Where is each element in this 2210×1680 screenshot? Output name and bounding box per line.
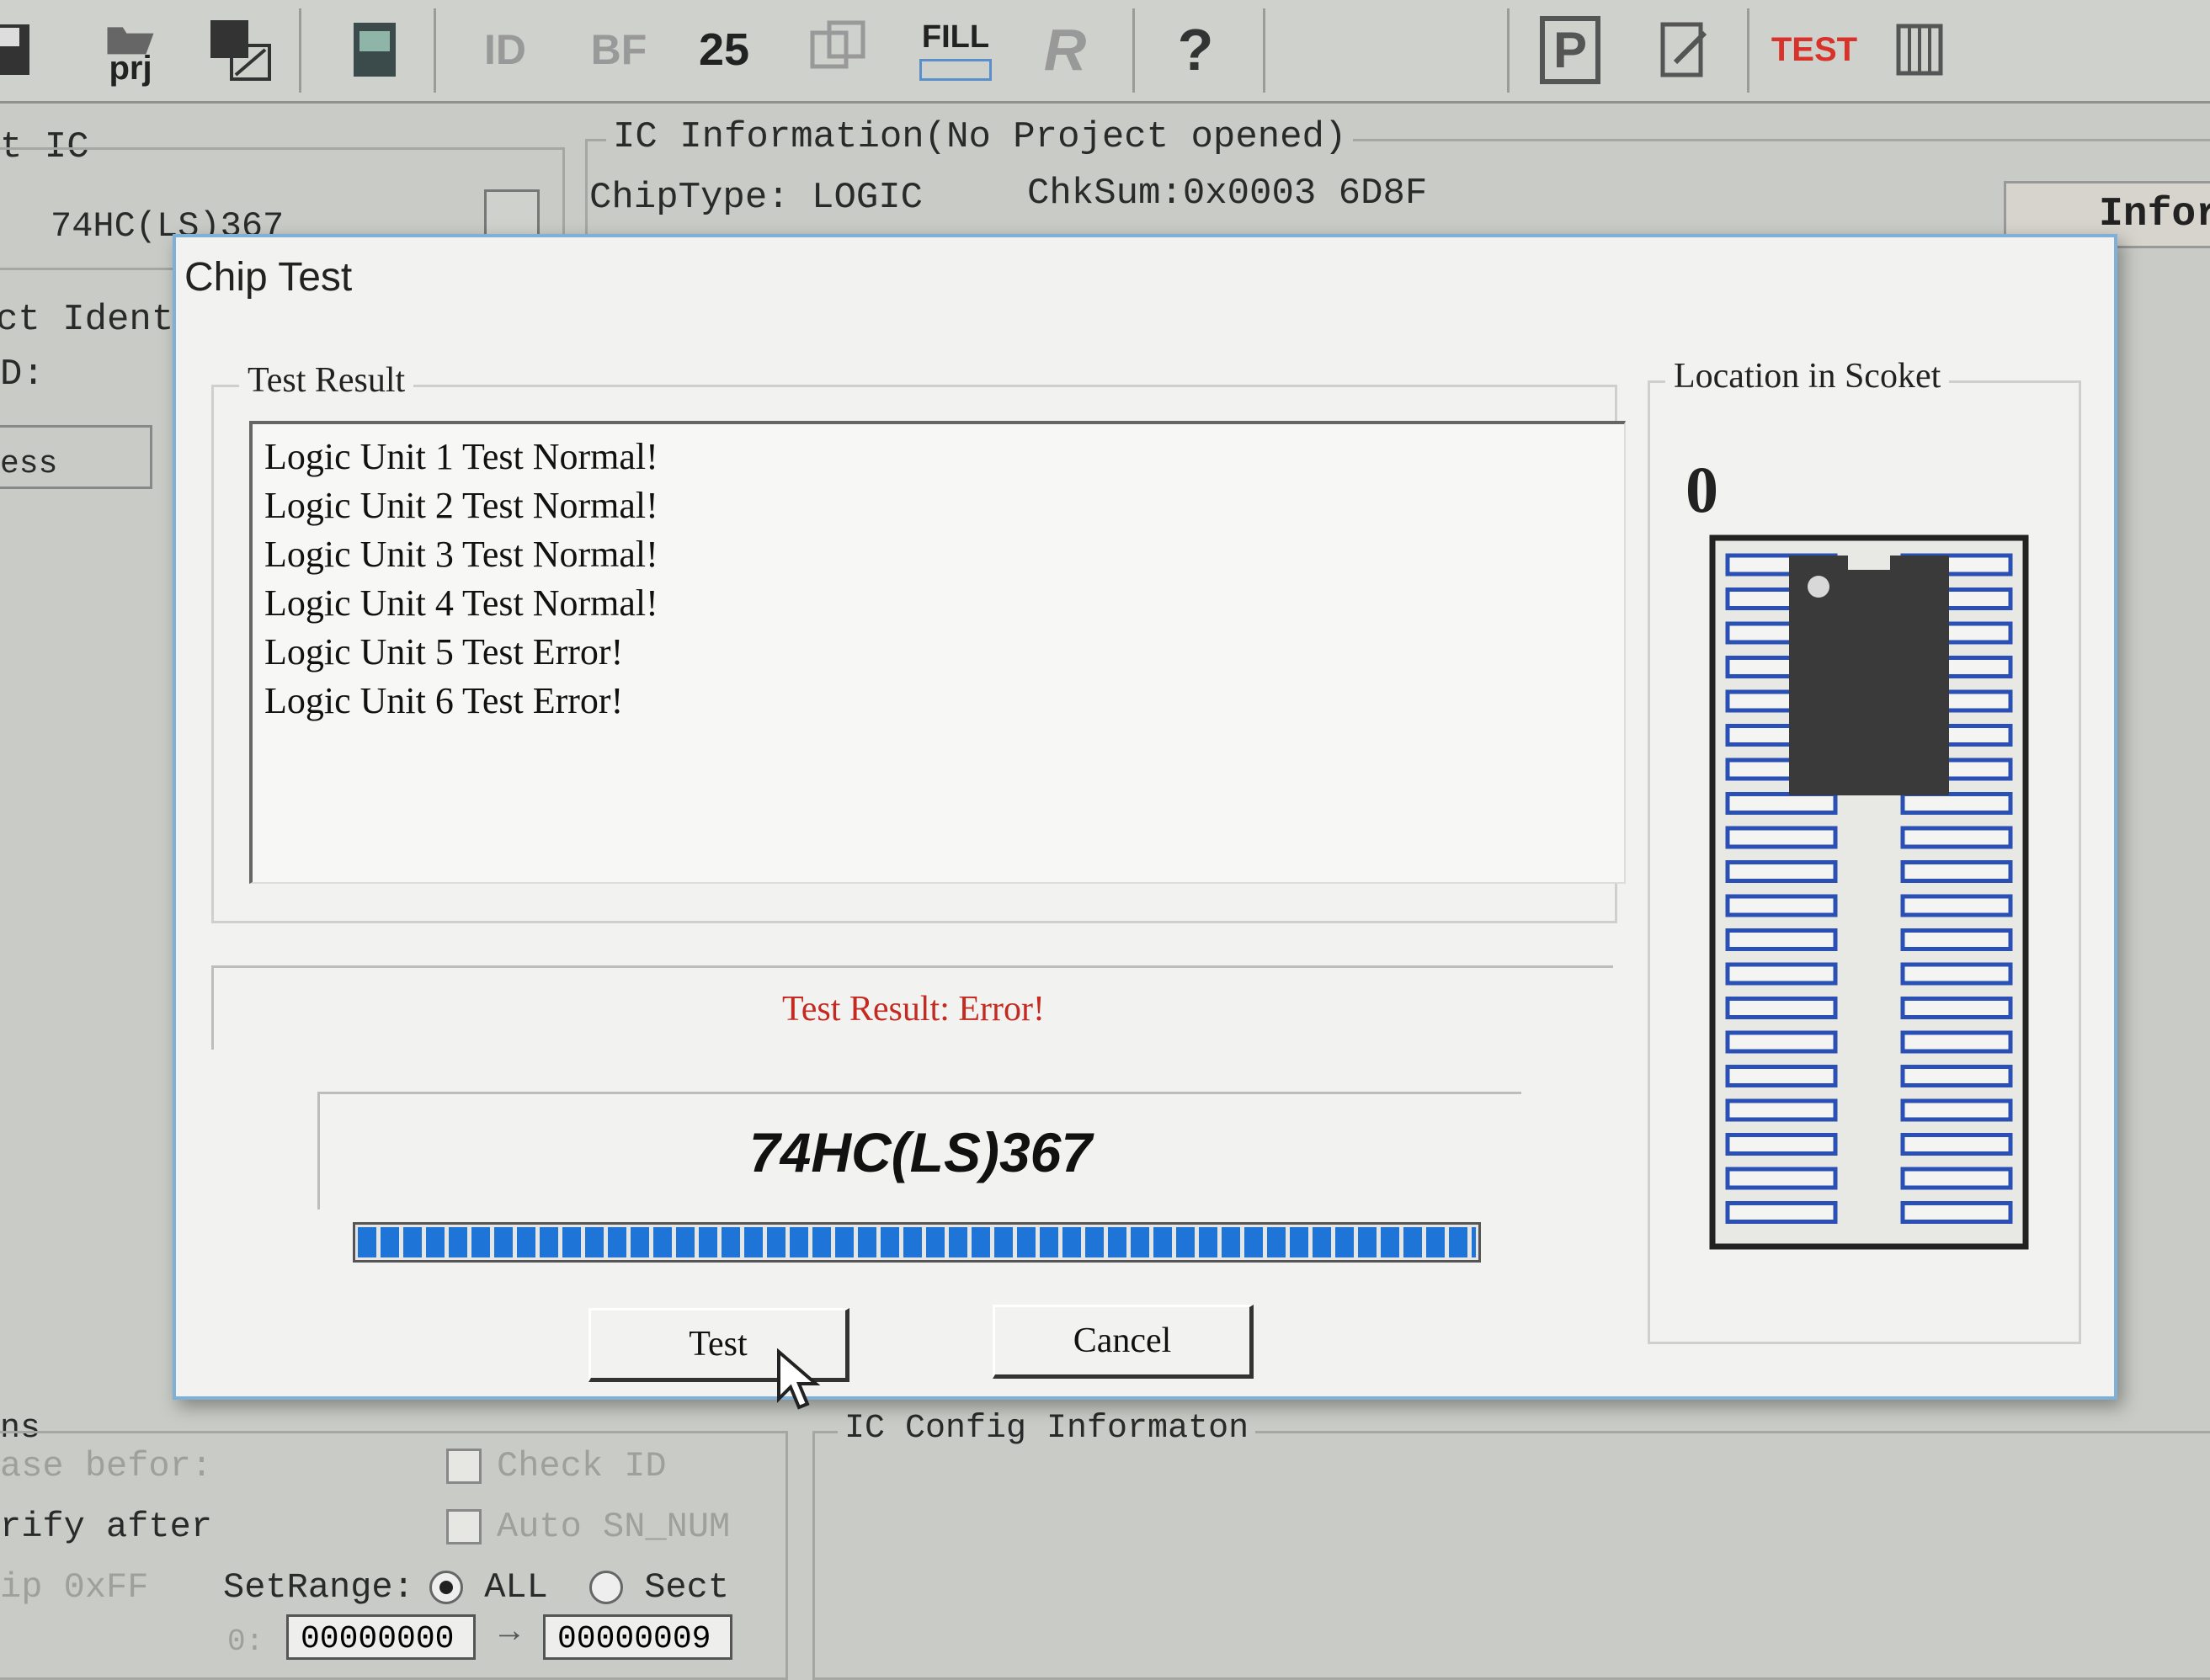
mouse-cursor-icon [777,1348,821,1410]
test-result-group: Test Result Logic Unit 1 Test Normal! Log… [211,360,1626,923]
socket-location-group: Location in Scoket 0 [1648,356,2081,1344]
erase-before-label: ase befor: [0,1446,213,1486]
memory-icon[interactable] [337,12,413,88]
socket-pin [1725,792,1838,815]
help-icon[interactable]: ? [1158,12,1233,88]
socket-pin [1900,1065,2013,1087]
blank-check-icon[interactable]: BF [581,12,657,88]
socket-pin [1900,894,2013,917]
config-legend: IC Config Informaton [838,1410,1256,1448]
save-icon[interactable] [0,12,42,88]
result-line: Logic Unit 2 Test Normal! [264,485,658,526]
checksum-text: ChkSum:0x0003 6D8F [1027,173,1428,215]
verify-after-label: rify after [0,1507,213,1547]
socket-pin [1900,997,2013,1019]
test-icon[interactable]: TEST [1768,12,1861,88]
read-icon[interactable]: R [1027,12,1103,88]
read-id-icon[interactable]: ID [467,12,543,88]
result-line: Logic Unit 3 Test Normal! [264,534,658,575]
check-id-label: Check ID [497,1446,667,1486]
progress-fill [358,1227,1476,1257]
range-sect-radio[interactable] [589,1570,623,1604]
erase-icon[interactable]: 25 [686,12,762,88]
ic-info-legend: IC Information(No Project opened) [606,116,1354,158]
socket-pin [1900,1133,2013,1156]
dialog-title: Chip Test [184,255,353,300]
socket-pin [1725,1201,1838,1224]
chip-icon[interactable] [1882,12,1957,88]
chip-type-text: ChipType: LOGIC [589,177,924,219]
set-range-label: SetRange: [223,1567,414,1608]
socket-pin [1900,1098,2013,1122]
result-line: Logic Unit 4 Test Normal! [264,582,658,624]
test-result-list[interactable]: Logic Unit 1 Test Normal! Logic Unit 2 Te… [249,421,1626,884]
socket-pin [1900,826,2013,849]
test-summary-box: Test Result: Error! [211,965,1613,1050]
program-icon[interactable]: P [1532,12,1608,88]
cancel-button[interactable]: Cancel [993,1305,1254,1379]
socket-pin [1725,928,1838,951]
range-prefix: 0: [227,1624,264,1659]
socket-pin [1725,1167,1838,1190]
info-tab-label: Infor [2099,192,2210,237]
address-header [0,425,152,489]
socket-pin [1725,1133,1838,1156]
skip-ff-label: ip 0xFF [0,1567,149,1608]
socket-pin [1900,928,2013,951]
fill-label: FILL [921,19,990,55]
chip-test-dialog: Chip Test Test Result Logic Unit 1 Test … [173,234,2117,1410]
chip-notch [1848,551,1890,570]
socket-pin [1900,1030,2013,1054]
check-id-checkbox[interactable] [446,1448,482,1484]
socket-pin [1725,997,1838,1019]
socket-pin [1900,792,2013,815]
test-label: TEST [1771,30,1858,68]
range-sect-label: Sect [644,1567,730,1608]
id-label: D: [0,354,45,396]
check-id-option[interactable]: Check ID [446,1446,667,1486]
socket-pin [1725,962,1838,986]
socket-pin [1725,860,1838,883]
socket-pin [1725,1098,1838,1122]
socket-pin [1725,894,1838,917]
open-project-icon[interactable]: prj [93,12,168,88]
range-end-input[interactable]: 00000009 [543,1614,732,1660]
socket-lever-digit: 0 [1685,453,1718,526]
fill-icon[interactable]: FILL [913,12,998,88]
edit-icon[interactable] [1646,12,1722,88]
result-line: Logic Unit 6 Test Error! [264,680,624,721]
verify-icon[interactable] [800,12,876,88]
config-frame [812,1431,2210,1680]
test-summary-text: Test Result: Error! [782,989,1045,1029]
range-sect-option[interactable]: Sect [589,1567,729,1608]
range-all-label: ALL [484,1567,548,1608]
socket-pin [1900,1201,2013,1224]
socket-pin [1725,1065,1838,1087]
save-project-icon[interactable] [202,12,278,88]
socket-pin [1725,826,1838,849]
auto-sn-checkbox[interactable] [446,1508,482,1544]
range-start-input[interactable]: 00000000 [286,1614,476,1660]
range-all-radio[interactable] [429,1570,463,1604]
socket-diagram [1709,534,2029,1250]
auto-sn-option[interactable]: Auto SN_NUM [446,1507,730,1547]
chip-name: 74HC(LS)367 [748,1120,1093,1183]
socket-pin [1900,1167,2013,1190]
socket-pin [1900,860,2013,883]
prj-label: prj [109,50,152,87]
test-result-legend: Test Result [239,360,414,401]
socket-location-legend: Location in Scoket [1665,356,1950,396]
chip-name-box: 74HC(LS)367 [317,1092,1521,1209]
range-arrow-icon: → [493,1612,526,1649]
progress-bar [353,1222,1481,1263]
result-line: Logic Unit 1 Test Normal! [264,436,658,477]
result-line: Logic Unit 5 Test Error! [264,631,624,673]
toolbar: prj ID BF 25 FILL R ? P TEST [0,0,2210,104]
socket-pin [1725,1030,1838,1054]
range-all-option[interactable]: ALL [429,1567,548,1608]
pin1-marker [1808,576,1829,598]
product-ident-label: ct Ident: [0,299,196,341]
socket-pin [1900,962,2013,986]
auto-sn-label: Auto SN_NUM [497,1507,731,1547]
